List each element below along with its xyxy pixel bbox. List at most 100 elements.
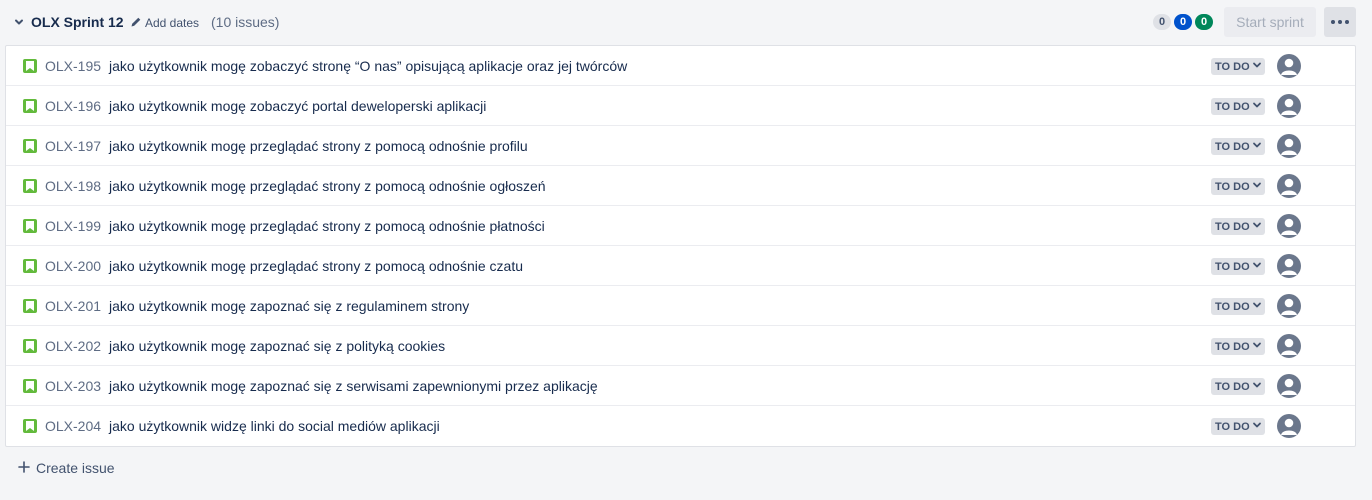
pencil-icon bbox=[130, 16, 142, 31]
issue-key[interactable]: OLX-196 bbox=[45, 98, 101, 114]
issue-row[interactable]: OLX-201 jako użytkownik mogę zapoznać si… bbox=[6, 286, 1355, 326]
assignee-avatar[interactable] bbox=[1277, 374, 1301, 398]
assignee-avatar[interactable] bbox=[1277, 174, 1301, 198]
chevron-down-icon bbox=[1252, 140, 1262, 153]
issue-key[interactable]: OLX-197 bbox=[45, 138, 101, 154]
issue-row[interactable]: OLX-202 jako użytkownik mogę zapoznać si… bbox=[6, 326, 1355, 366]
badge-in-progress-count: 0 bbox=[1174, 14, 1192, 30]
chevron-down-icon bbox=[1252, 380, 1262, 393]
assignee-avatar[interactable] bbox=[1277, 254, 1301, 278]
issue-row[interactable]: OLX-200 jako użytkownik mogę przeglądać … bbox=[6, 246, 1355, 286]
status-label: TO DO bbox=[1215, 180, 1250, 193]
issue-row[interactable]: OLX-195 jako użytkownik mogę zobaczyć st… bbox=[6, 46, 1355, 86]
assignee-avatar[interactable] bbox=[1277, 214, 1301, 238]
add-dates-link[interactable]: Add dates bbox=[130, 14, 199, 32]
status-dropdown[interactable]: TO DO bbox=[1211, 178, 1265, 195]
issue-summary: jako użytkownik mogę przeglądać strony z… bbox=[109, 138, 528, 154]
status-label: TO DO bbox=[1215, 300, 1250, 313]
status-label: TO DO bbox=[1215, 140, 1250, 153]
issue-count: (10 issues) bbox=[211, 14, 280, 30]
status-dropdown[interactable]: TO DO bbox=[1211, 298, 1265, 315]
chevron-down-icon bbox=[1252, 260, 1262, 273]
chevron-down-icon[interactable] bbox=[12, 15, 26, 29]
status-dropdown[interactable]: TO DO bbox=[1211, 218, 1265, 235]
issue-summary: jako użytkownik mogę zobaczyć portal dew… bbox=[109, 98, 487, 114]
status-dropdown[interactable]: TO DO bbox=[1211, 378, 1265, 395]
chevron-down-icon bbox=[1252, 100, 1262, 113]
add-dates-label: Add dates bbox=[145, 16, 200, 30]
story-icon bbox=[23, 179, 37, 193]
issue-summary: jako użytkownik mogę przeglądać strony z… bbox=[109, 258, 523, 274]
status-dropdown[interactable]: TO DO bbox=[1211, 258, 1265, 275]
issue-summary: jako użytkownik mogę przeglądać strony z… bbox=[109, 218, 545, 234]
chevron-down-icon bbox=[1252, 60, 1262, 73]
issue-summary: jako użytkownik mogę zobaczyć stronę “O … bbox=[109, 58, 628, 74]
issue-row[interactable]: OLX-199 jako użytkownik mogę przeglądać … bbox=[6, 206, 1355, 246]
status-label: TO DO bbox=[1215, 420, 1250, 433]
issue-list: OLX-195 jako użytkownik mogę zobaczyć st… bbox=[5, 45, 1356, 447]
status-label: TO DO bbox=[1215, 380, 1250, 393]
plus-icon bbox=[18, 460, 30, 476]
issue-row[interactable]: OLX-197 jako użytkownik mogę przeglądać … bbox=[6, 126, 1355, 166]
status-badges: 0 0 0 bbox=[1153, 14, 1213, 30]
more-actions-button[interactable] bbox=[1324, 7, 1356, 37]
status-label: TO DO bbox=[1215, 220, 1250, 233]
status-dropdown[interactable]: TO DO bbox=[1211, 418, 1265, 435]
create-issue-button[interactable]: Create issue bbox=[18, 459, 115, 477]
story-icon bbox=[23, 419, 37, 433]
status-label: TO DO bbox=[1215, 260, 1250, 273]
issue-key[interactable]: OLX-204 bbox=[45, 418, 101, 434]
issue-row[interactable]: OLX-198 jako użytkownik mogę przeglądać … bbox=[6, 166, 1355, 206]
sprint-header: OLX Sprint 12 Add dates (10 issues) 0 0 … bbox=[0, 0, 1364, 46]
status-dropdown[interactable]: TO DO bbox=[1211, 338, 1265, 355]
story-icon bbox=[23, 219, 37, 233]
badge-todo-count: 0 bbox=[1153, 14, 1171, 30]
issue-summary: jako użytkownik mogę zapoznać się z serw… bbox=[109, 378, 598, 394]
status-dropdown[interactable]: TO DO bbox=[1211, 58, 1265, 75]
story-icon bbox=[23, 339, 37, 353]
assignee-avatar[interactable] bbox=[1277, 134, 1301, 158]
issue-row[interactable]: OLX-203 jako użytkownik mogę zapoznać si… bbox=[6, 366, 1355, 406]
assignee-avatar[interactable] bbox=[1277, 94, 1301, 118]
chevron-down-icon bbox=[1252, 340, 1262, 353]
badge-done-count: 0 bbox=[1195, 14, 1213, 30]
assignee-avatar[interactable] bbox=[1277, 54, 1301, 78]
status-label: TO DO bbox=[1215, 60, 1250, 73]
chevron-down-icon bbox=[1252, 180, 1262, 193]
issue-summary: jako użytkownik mogę zapoznać się z poli… bbox=[109, 338, 446, 354]
more-dot bbox=[1345, 20, 1349, 24]
issue-key[interactable]: OLX-198 bbox=[45, 178, 101, 194]
more-dot bbox=[1331, 20, 1335, 24]
story-icon bbox=[23, 379, 37, 393]
create-issue-label: Create issue bbox=[36, 460, 115, 476]
status-label: TO DO bbox=[1215, 100, 1250, 113]
status-label: TO DO bbox=[1215, 340, 1250, 353]
story-icon bbox=[23, 259, 37, 273]
story-icon bbox=[23, 299, 37, 313]
sprint-name[interactable]: OLX Sprint 12 bbox=[31, 14, 124, 30]
story-icon bbox=[23, 139, 37, 153]
issue-key[interactable]: OLX-201 bbox=[45, 298, 101, 314]
issue-key[interactable]: OLX-202 bbox=[45, 338, 101, 354]
assignee-avatar[interactable] bbox=[1277, 294, 1301, 318]
issue-row[interactable]: OLX-204 jako użytkownik widzę linki do s… bbox=[6, 406, 1355, 446]
issue-summary: jako użytkownik mogę zapoznać się z regu… bbox=[109, 298, 470, 314]
story-icon bbox=[23, 59, 37, 73]
story-icon bbox=[23, 99, 37, 113]
assignee-avatar[interactable] bbox=[1277, 334, 1301, 358]
chevron-down-icon bbox=[1252, 220, 1262, 233]
issue-key[interactable]: OLX-203 bbox=[45, 378, 101, 394]
issue-key[interactable]: OLX-200 bbox=[45, 258, 101, 274]
issue-key[interactable]: OLX-195 bbox=[45, 58, 101, 74]
status-dropdown[interactable]: TO DO bbox=[1211, 98, 1265, 115]
assignee-avatar[interactable] bbox=[1277, 414, 1301, 438]
chevron-down-icon bbox=[1252, 420, 1262, 433]
chevron-down-icon bbox=[1252, 300, 1262, 313]
status-dropdown[interactable]: TO DO bbox=[1211, 138, 1265, 155]
issue-summary: jako użytkownik widzę linki do social me… bbox=[109, 418, 440, 434]
issue-summary: jako użytkownik mogę przeglądać strony z… bbox=[109, 178, 546, 194]
issue-key[interactable]: OLX-199 bbox=[45, 218, 101, 234]
start-sprint-button[interactable]: Start sprint bbox=[1224, 7, 1316, 37]
issue-row[interactable]: OLX-196 jako użytkownik mogę zobaczyć po… bbox=[6, 86, 1355, 126]
more-dot bbox=[1338, 20, 1342, 24]
